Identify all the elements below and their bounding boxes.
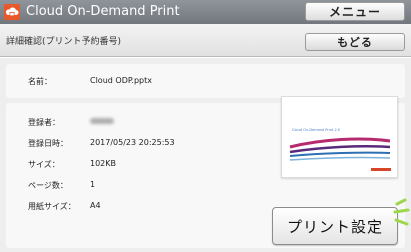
subheader: 詳細確認(プリント予約番号) もどる (0, 24, 411, 57)
registered-at-value: 2017/05/23 20:25:53 (90, 138, 175, 147)
size-label: サイズ： (28, 160, 60, 169)
name-label: 名前： (28, 77, 52, 86)
document-preview: Cloud On-Demand Print 2.0 (281, 96, 398, 178)
pages-value: 1 (90, 180, 96, 189)
app-title: Cloud On-Demand Print (26, 4, 180, 19)
pages-label: ページ数： (28, 181, 68, 190)
registered-at-label: 登録日時： (28, 139, 68, 148)
paper-size-value: A4 (90, 201, 101, 210)
cloud-print-app-icon (4, 4, 20, 20)
print-settings-button[interactable]: プリント設定 (272, 207, 398, 245)
back-button[interactable]: もどる (305, 33, 405, 51)
registrant-value-redacted (90, 118, 114, 124)
title-bar: Cloud On-Demand Print メニュー (0, 0, 411, 24)
menu-button[interactable]: メニュー (305, 2, 405, 21)
registrant-label: 登録者： (28, 118, 60, 127)
page-title: 詳細確認(プリント予約番号) (6, 37, 122, 47)
size-value: 102KB (90, 159, 117, 168)
name-panel: 名前： Cloud ODP.pptx (6, 64, 405, 98)
preview-graphic (289, 137, 391, 161)
name-value: Cloud ODP.pptx (90, 76, 152, 85)
preview-logo (371, 168, 391, 171)
paper-size-label: 用紙サイズ： (28, 202, 76, 211)
